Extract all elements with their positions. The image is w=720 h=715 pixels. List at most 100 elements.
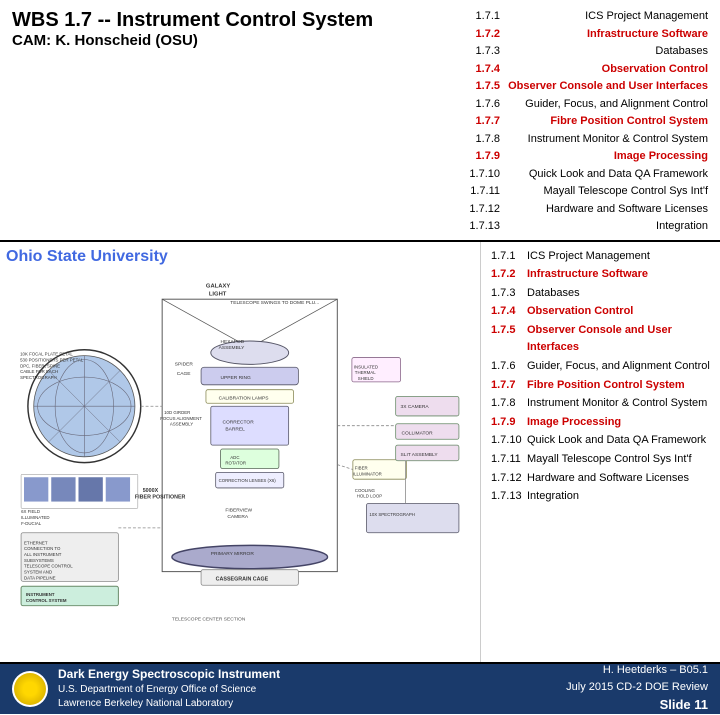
page-header: WBS 1.7 -- Instrument Control System CAM…: [0, 0, 720, 242]
header-left: WBS 1.7 -- Instrument Control System CAM…: [12, 8, 468, 49]
svg-text:INSTRUMENT: INSTRUMENT: [26, 591, 55, 596]
footer-left: Dark Energy Spectroscopic Instrument U.S…: [12, 666, 280, 711]
wbs-header-item: 1.7.11Mayall Telescope Control Sys Int'f: [468, 183, 708, 200]
wbs-number: 1.7.2: [468, 26, 500, 43]
desi-logo: [12, 671, 48, 707]
svg-text:F-DUCIAL: F-DUCIAL: [21, 520, 42, 525]
svg-text:TELESCOPE SWINGS TO DOME PLU..: TELESCOPE SWINGS TO DOME PLU...: [230, 300, 319, 306]
institution-label: Ohio State University: [6, 248, 474, 266]
wbs-panel-item: 1.7.1ICS Project Management: [491, 248, 710, 266]
wbs-panel-item: 1.7.7Fibre Position Control System: [491, 377, 710, 395]
page-subtitle: CAM: K. Honscheid (OSU): [12, 32, 468, 49]
wbs-panel-item: 1.7.5Observer Console and User Interface…: [491, 322, 710, 357]
wbs-header-item: 1.7.8Instrument Monitor & Control System: [468, 131, 708, 148]
wbs-header-item: 1.7.6Guider, Focus, and Alignment Contro…: [468, 96, 708, 113]
svg-text:ILLUMINATOR: ILLUMINATOR: [353, 471, 382, 476]
dept-line1: U.S. Department of Energy Office of Scie…: [58, 683, 280, 697]
footer-right: H. Heetderks – B05.1 July 2015 CD-2 DOE …: [566, 662, 708, 715]
wbs-panel-item: 1.7.11Mayall Telescope Control Sys Int'f: [491, 451, 710, 469]
footer-instrument-info: Dark Energy Spectroscopic Instrument U.S…: [58, 666, 280, 711]
svg-text:CALIBRATION LAMPS: CALIBRATION LAMPS: [219, 395, 270, 401]
diagram-area: Ohio State University 10K FOCAL PLAT: [0, 242, 480, 662]
svg-text:HOLD LOOP: HOLD LOOP: [357, 493, 383, 498]
wbs-header-item: 1.7.10Quick Look and Data QA Framework: [468, 166, 708, 183]
wbs-panel-item: 1.7.9Image Processing: [491, 414, 710, 432]
wbs-item-number: 1.7.10: [491, 432, 523, 450]
wbs-item-number: 1.7.8: [491, 395, 523, 413]
svg-text:TELESCOPE CENTER SECTION: TELESCOPE CENTER SECTION: [172, 616, 246, 622]
svg-text:DPC, FIBER, SPINE: DPC, FIBER, SPINE: [20, 363, 60, 368]
wbs-item-number: 1.7.12: [491, 470, 523, 488]
wbs-item-text: Image Processing: [527, 414, 710, 432]
wbs-text: Infrastructure Software: [504, 26, 708, 43]
svg-text:CAGE: CAGE: [177, 371, 192, 377]
svg-text:CONTROL SYSTEM: CONTROL SYSTEM: [26, 597, 67, 602]
svg-text:SPECTROGRAPH: SPECTROGRAPH: [20, 374, 57, 379]
wbs-item-number: 1.7.6: [491, 358, 523, 376]
wbs-item-text: Instrument Monitor & Control System: [527, 395, 710, 413]
svg-text:10K FOCAL PLATE PETAL: 10K FOCAL PLATE PETAL: [20, 351, 73, 356]
svg-text:10D GIRDER: 10D GIRDER: [164, 410, 190, 415]
wbs-number: 1.7.5: [468, 78, 500, 95]
telescope-diagram: 10K FOCAL PLATE PETAL 530 POSITIONERS PE…: [6, 270, 474, 630]
svg-text:5000X: 5000X: [143, 487, 159, 493]
svg-text:SPIDER: SPIDER: [175, 361, 194, 367]
wbs-header-item: 1.7.4Observation Control: [468, 61, 708, 78]
svg-text:GALAXY: GALAXY: [206, 283, 230, 289]
wbs-panel-item: 1.7.12Hardware and Software Licenses: [491, 470, 710, 488]
wbs-header-item: 1.7.12Hardware and Software Licenses: [468, 201, 708, 218]
wbs-text: Quick Look and Data QA Framework: [504, 166, 708, 183]
svg-text:FIBERVIEW: FIBERVIEW: [225, 507, 252, 513]
wbs-list-panel: 1.7.1ICS Project Management1.7.2Infrastr…: [480, 242, 720, 662]
wbs-header-item: 1.7.13Integration: [468, 218, 708, 235]
page-title: WBS 1.7 -- Instrument Control System: [12, 8, 468, 32]
wbs-text: Observation Control: [504, 61, 708, 78]
wbs-header-item: 1.7.3Databases: [468, 43, 708, 60]
svg-text:FOCUS ALIGNMENT: FOCUS ALIGNMENT: [160, 415, 202, 420]
wbs-item-text: Fibre Position Control System: [527, 377, 710, 395]
wbs-item-text: Guider, Focus, and Alignment Control: [527, 358, 710, 376]
svg-text:TELESCOPE CONTROL: TELESCOPE CONTROL: [24, 563, 73, 568]
wbs-number: 1.7.11: [468, 183, 500, 200]
wbs-number: 1.7.8: [468, 131, 500, 148]
wbs-item-text: Infrastructure Software: [527, 266, 710, 284]
svg-text:HEXAPOD: HEXAPOD: [221, 338, 245, 344]
wbs-list-header: 1.7.1ICS Project Management1.7.2Infrastr…: [468, 8, 708, 236]
svg-text:10X SPECTROGRAPH: 10X SPECTROGRAPH: [369, 512, 415, 517]
wbs-text: Integration: [504, 218, 708, 235]
wbs-header-item: 1.7.1ICS Project Management: [468, 8, 708, 25]
telescope-schematic-svg: 10K FOCAL PLATE PETAL 530 POSITIONERS PE…: [6, 270, 474, 630]
svg-text:LIGHT: LIGHT: [209, 291, 227, 297]
wbs-item-text: Integration: [527, 488, 710, 506]
wbs-header-item: 1.7.5Observer Console and User Interface…: [468, 78, 708, 95]
wbs-item-number: 1.7.13: [491, 488, 523, 506]
svg-text:BARREL: BARREL: [225, 426, 245, 432]
wbs-number: 1.7.6: [468, 96, 500, 113]
wbs-text: Databases: [504, 43, 708, 60]
svg-text:CASSEGRAIN CAGE: CASSEGRAIN CAGE: [216, 576, 269, 582]
wbs-item-text: Mayall Telescope Control Sys Int'f: [527, 451, 710, 469]
wbs-item-number: 1.7.2: [491, 266, 523, 284]
slide-number: Slide 11: [566, 695, 708, 715]
wbs-panel-item: 1.7.10Quick Look and Data QA Framework: [491, 432, 710, 450]
logo-circle: [14, 673, 46, 705]
wbs-item-text: Quick Look and Data QA Framework: [527, 432, 710, 450]
wbs-item-number: 1.7.1: [491, 248, 523, 266]
wbs-number: 1.7.1: [468, 8, 500, 25]
wbs-header-item: 1.7.9Image Processing: [468, 148, 708, 165]
wbs-item-text: Observer Console and User Interfaces: [527, 322, 710, 357]
svg-text:PRIMARY MIRROR: PRIMARY MIRROR: [211, 551, 255, 557]
instrument-name: Dark Energy Spectroscopic Instrument: [58, 666, 280, 683]
wbs-item-text: ICS Project Management: [527, 248, 710, 266]
svg-text:CAMERA: CAMERA: [227, 514, 249, 520]
svg-text:SYSTEM AND: SYSTEM AND: [24, 569, 52, 574]
svg-text:UPPER RING: UPPER RING: [221, 374, 251, 380]
svg-text:ROTATOR: ROTATOR: [225, 460, 246, 465]
svg-text:DATA PIPELINE: DATA PIPELINE: [24, 575, 56, 580]
svg-text:3X CAMERA: 3X CAMERA: [401, 404, 430, 410]
wbs-item-text: Observation Control: [527, 303, 710, 321]
wbs-text: Image Processing: [504, 148, 708, 165]
svg-text:530 POSITIONERS PER PETAL: 530 POSITIONERS PER PETAL: [20, 357, 84, 362]
svg-text:ASSEMBLY: ASSEMBLY: [219, 344, 246, 350]
wbs-number: 1.7.4: [468, 61, 500, 78]
